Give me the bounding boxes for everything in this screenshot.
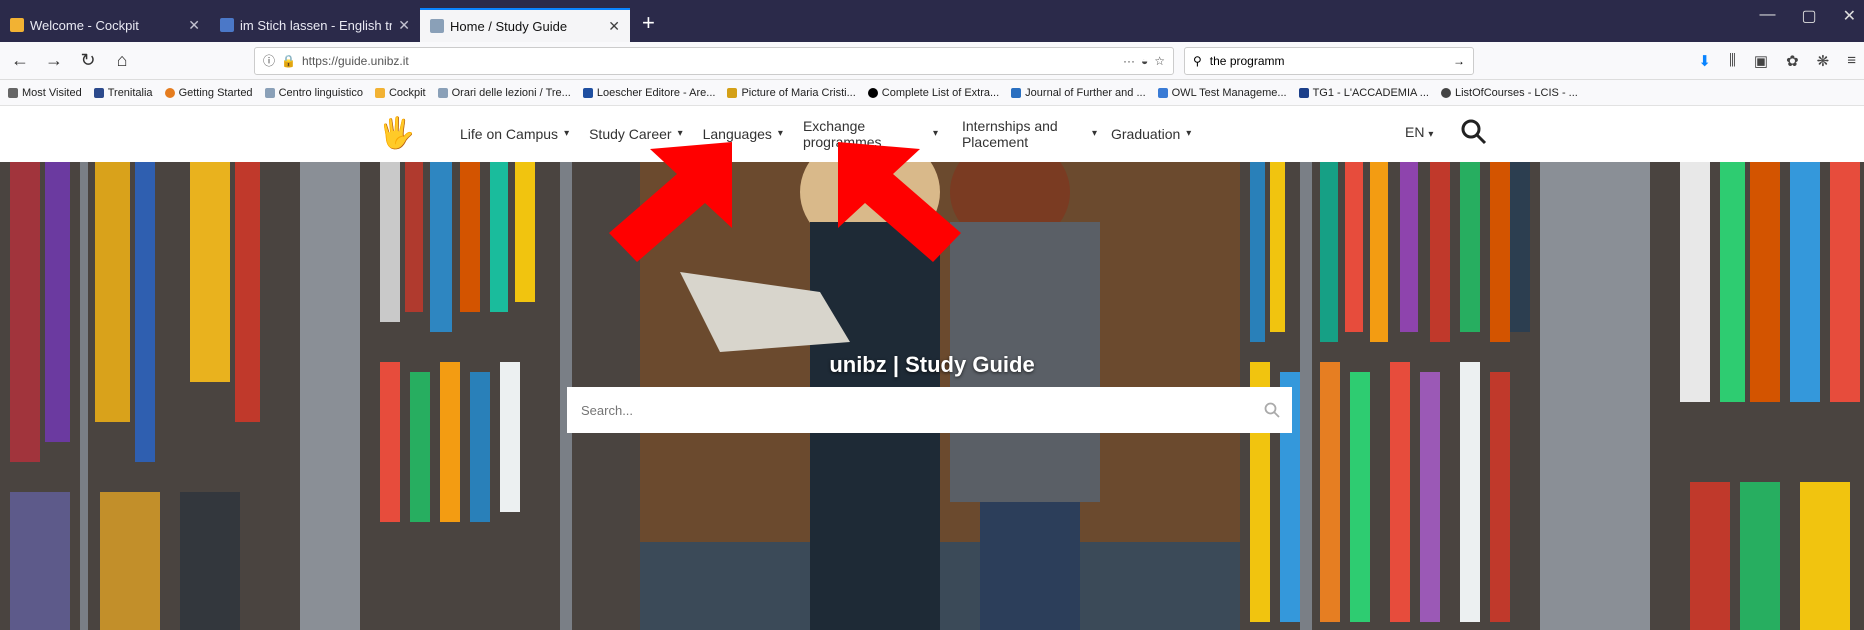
browser-toolbar: ← → ↻ ⌂ ⓘ 🔒 https://guide.unibz.it ··· ◒… (0, 42, 1864, 80)
tab-im-stich-lassen[interactable]: im Stich lassen - English transl ✕ (210, 8, 420, 42)
toolbar-icons: ⬇ ⫼ ▣ ✿ ❋ ≡ (1698, 52, 1856, 70)
bookmark-item[interactable]: Picture of Maria Cristi... (727, 87, 856, 99)
hero-title: unibz | Study Guide (829, 352, 1035, 377)
search-icon[interactable] (1460, 118, 1488, 146)
unibz-favicon-icon (430, 19, 444, 33)
minimize-icon[interactable]: — (1759, 6, 1775, 26)
downloads-icon[interactable]: ⬇ (1698, 52, 1711, 70)
search-value[interactable]: the programm (1210, 54, 1445, 68)
new-tab-button[interactable]: + (630, 10, 667, 42)
bookmarks-bar: Most Visited Trenitalia Getting Started … (0, 80, 1864, 106)
home-icon[interactable]: ⌂ (110, 50, 134, 71)
tab-welcome-cockpit[interactable]: Welcome - Cockpit ✕ (0, 8, 210, 42)
unibz-hand-logo-icon[interactable]: 🖐 (378, 116, 415, 151)
lock-icon[interactable]: 🔒 (281, 54, 296, 68)
language-selector[interactable]: EN ▾ (1405, 124, 1433, 140)
browser-tab-bar: Welcome - Cockpit ✕ im Stich lassen - En… (0, 0, 1864, 42)
menu-internships-caret[interactable]: ▾ (1092, 126, 1097, 142)
chevron-down-icon: ▾ (1428, 129, 1434, 140)
site-search-input[interactable] (579, 401, 1264, 419)
bookmark-item[interactable]: Centro linguistico (264, 87, 363, 99)
extension-icon[interactable]: ❋ (1817, 52, 1830, 70)
info-icon[interactable]: ⓘ (263, 52, 275, 69)
browser-search-box[interactable]: ⚲ the programm → (1184, 46, 1474, 75)
dictionary-favicon-icon (220, 18, 234, 32)
library-icon[interactable]: ⫼ (1729, 52, 1736, 70)
tab-title: Welcome - Cockpit (30, 17, 139, 33)
sidebar-icon[interactable]: ▣ (1754, 52, 1768, 70)
site-search-box[interactable] (567, 387, 1292, 433)
bookmark-item[interactable]: OWL Test Manageme... (1157, 87, 1287, 99)
bookmark-item[interactable]: TG1 - L'ACCADEMIA ... (1298, 87, 1429, 99)
red-arrow-annotation-left (609, 142, 732, 262)
chevron-down-icon: ▾ (1091, 128, 1097, 139)
menu-internships-placement[interactable]: Internships and Placement (962, 118, 1072, 150)
red-arrow-annotation-right (838, 142, 961, 262)
close-window-icon[interactable]: ✕ (1843, 6, 1856, 26)
pocket-icon[interactable]: ◒ (1141, 54, 1148, 68)
page-actions-icon[interactable]: ··· (1123, 54, 1135, 68)
bookmark-item[interactable]: Complete List of Extra... (867, 87, 999, 99)
search-icon: ⚲ (1193, 53, 1202, 68)
close-icon[interactable]: ✕ (188, 17, 200, 34)
bookmark-item[interactable]: Orari delle lezioni / Tre... (437, 87, 571, 99)
menu-life-on-campus[interactable]: Life on Campus ▾ (460, 126, 569, 142)
bookmark-item[interactable]: ListOfCourses - LCIS - ... (1440, 87, 1578, 99)
chevron-down-icon: ▾ (564, 128, 570, 139)
back-icon[interactable]: ← (8, 50, 32, 71)
url-text[interactable]: https://guide.unibz.it (302, 54, 1117, 68)
bookmark-item[interactable]: Journal of Further and ... (1011, 87, 1146, 99)
reload-icon[interactable]: ↻ (76, 50, 100, 71)
bookmark-item[interactable]: Most Visited (8, 87, 82, 99)
bookmark-item[interactable]: Loescher Editore - Are... (582, 87, 715, 99)
tab-title: im Stich lassen - English transl (240, 17, 393, 33)
bookmark-star-icon[interactable]: ☆ (1154, 54, 1165, 68)
maximize-icon[interactable]: ▢ (1801, 6, 1816, 26)
address-bar[interactable]: ⓘ 🔒 https://guide.unibz.it ··· ◒ ☆ (254, 46, 1174, 75)
tab-home-study-guide[interactable]: Home / Study Guide ✕ (420, 8, 630, 42)
bookmark-item[interactable]: Trenitalia (93, 87, 153, 99)
bookmark-item[interactable]: Getting Started (164, 87, 253, 99)
window-controls: — ▢ ✕ (1759, 6, 1856, 26)
close-icon[interactable]: ✕ (398, 17, 410, 34)
menu-icon[interactable]: ≡ (1847, 52, 1856, 70)
search-icon[interactable] (1264, 402, 1280, 418)
menu-graduation[interactable]: Graduation ▾ (1111, 126, 1191, 142)
forward-icon[interactable]: → (42, 50, 66, 71)
close-icon[interactable]: ✕ (608, 18, 620, 35)
bookmark-item[interactable]: Cockpit (374, 87, 426, 99)
cockpit-favicon-icon (10, 18, 24, 32)
chevron-down-icon: ▾ (1186, 128, 1192, 139)
chevron-down-icon: ▾ (777, 128, 783, 139)
search-go-icon[interactable]: → (1453, 54, 1465, 68)
tab-title: Home / Study Guide (450, 18, 568, 34)
extension-icon[interactable]: ✿ (1786, 52, 1799, 70)
